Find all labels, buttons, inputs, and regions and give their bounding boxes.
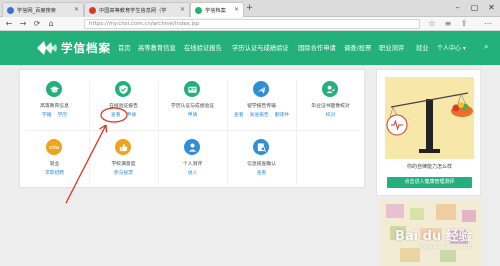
divider	[26, 130, 360, 131]
link-translation[interactable]: 翻译件	[275, 113, 289, 118]
balance-scale-illustration	[385, 77, 474, 159]
new-tab-icon[interactable]: +	[244, 3, 255, 14]
offer-icon[interactable]: Offer	[46, 139, 62, 155]
browser-tab-0[interactable]: 学信网_百度搜索 ✕	[2, 2, 84, 17]
site-name[interactable]: 学信档案	[61, 40, 111, 56]
link-vote[interactable]: 参与投票	[114, 171, 133, 176]
share-icon[interactable]: ⇪	[458, 18, 470, 30]
service-title: 就业	[49, 162, 60, 167]
nav-career-test[interactable]: 职业测评	[379, 43, 404, 52]
service-higher-education: 高等教育信息 学籍 学历	[20, 76, 89, 125]
browser-tab-strip: 学信网_百度搜索 ✕ 中国高等教育学生信息网（学 ✕ 学信档案 ✕ + – ▢ …	[0, 0, 500, 17]
service-study-abroad-transfer: 留学报告传输 查看 发送报告 翻译件	[227, 76, 296, 125]
baidu-favicon-icon	[7, 6, 14, 14]
search-doc-icon[interactable]	[253, 139, 269, 155]
nav-employment[interactable]: 就业	[416, 43, 429, 52]
close-tab-icon[interactable]: ✕	[74, 7, 79, 13]
service-school-satisfaction: 学校满意度 参与投票	[89, 134, 158, 183]
archive-favicon-icon	[195, 6, 202, 14]
id-card-icon[interactable]	[184, 81, 200, 97]
baidu-watermark-url: jingyan.baidu.com	[418, 243, 474, 250]
health-test-button[interactable]: 点击进入健康管理测评	[387, 177, 472, 188]
service-title: 高等教育信息	[40, 104, 69, 109]
close-tab-icon[interactable]: ✕	[180, 7, 185, 13]
back-icon[interactable]: ←	[3, 18, 15, 30]
nav-higher-education[interactable]: 高等教育信息	[138, 43, 176, 52]
nav-international[interactable]: 国际合作申请	[298, 43, 336, 52]
browser-tab-1[interactable]: 中国高等教育学生信息网（学 ✕	[84, 2, 190, 17]
header-search-icon[interactable]: ⌕	[484, 42, 488, 52]
health-promo-card: 你的自律能力怎么样 点击进入健康管理测评	[376, 69, 481, 196]
person-icon[interactable]	[184, 139, 200, 155]
tab-title: 中国高等教育学生信息网（学	[99, 7, 167, 14]
menu-icon[interactable]: ⋯	[482, 18, 494, 30]
tab-title: 学信网_百度搜索	[17, 7, 56, 14]
reading-list-icon[interactable]: ≡	[442, 18, 454, 30]
service-degree-certification: 学历认证与成绩验证 申请	[158, 76, 227, 125]
service-online-verification: 在线验证报告 查看 申请	[89, 76, 158, 125]
tab-title: 学信档案	[205, 7, 226, 14]
link-enrollment[interactable]: 学籍	[42, 113, 52, 118]
service-employment: Offer 就业 求职招聘	[20, 134, 89, 183]
close-tab-icon[interactable]: ✕	[234, 7, 239, 13]
site-header: 学信档案 首页 高等教育信息 在线验证报告 学历认证与成绩验证 国际合作申请 调…	[0, 31, 500, 65]
promo-caption: 你的自律能力怎么样	[406, 164, 452, 170]
window-close-icon[interactable]: ✕	[483, 0, 500, 17]
address-bar: ← → ⟳ ⌂ https://my.chsi.com.cn/archive/i…	[0, 17, 500, 31]
service-panel: 高等教育信息 学籍 学历 在线验证报告 查看 申请 学历认证与成绩验证 申请 留学报…	[19, 69, 365, 188]
link-job-search[interactable]: 求职招聘	[45, 171, 64, 176]
thumbs-up-icon[interactable]	[115, 139, 131, 155]
service-info-verification: 信息核查确认 查看	[227, 134, 296, 183]
link-proofread[interactable]: 校对	[326, 113, 336, 118]
service-diploma-image-check: 毕业证书图像校对 校对	[296, 76, 365, 125]
nav-survey[interactable]: 调查/投票	[344, 43, 371, 52]
star-icon[interactable]: ☆	[426, 18, 438, 30]
link-view-transfer[interactable]: 查看	[234, 113, 244, 118]
forward-icon[interactable]: →	[17, 18, 29, 30]
nav-degree-certification[interactable]: 学历认证与成绩验证	[232, 43, 289, 52]
link-view-report[interactable]: 查看	[111, 113, 121, 118]
link-enter[interactable]: 进入	[188, 171, 198, 176]
url-input[interactable]: https://my.chsi.com.cn/archive/index.jsp	[84, 19, 420, 29]
graduation-cap-icon[interactable]	[46, 81, 62, 97]
shield-check-icon[interactable]	[115, 81, 131, 97]
user-center-menu[interactable]: 个人中心 ▾	[437, 43, 466, 52]
service-title: 信息核查确认	[247, 162, 276, 167]
nav-online-verification[interactable]: 在线验证报告	[184, 43, 222, 52]
user-check-icon[interactable]	[322, 81, 338, 97]
home-icon[interactable]: ⌂	[45, 18, 57, 30]
link-send-report[interactable]: 发送报告	[250, 113, 269, 118]
link-view-info[interactable]: 查看	[257, 171, 267, 176]
service-title: 在线验证报告	[109, 104, 138, 109]
service-personal-assessment: 个人测评 进入	[158, 134, 227, 183]
link-apply-certification[interactable]: 申请	[188, 113, 198, 118]
maximize-icon[interactable]: ▢	[466, 0, 483, 17]
service-title: 留学报告传输	[247, 104, 276, 109]
service-title: 学历认证与成绩验证	[170, 104, 215, 109]
browser-tab-2-active[interactable]: 学信档案 ✕	[190, 2, 244, 17]
chsi-favicon-icon	[89, 6, 96, 14]
svg-text:Offer: Offer	[49, 145, 60, 150]
service-title: 学校满意度	[111, 162, 136, 167]
link-degree[interactable]: 学历	[58, 113, 68, 118]
plane-icon[interactable]	[253, 81, 269, 97]
minimize-icon[interactable]: –	[449, 0, 466, 17]
baidu-watermark: Bai du 经验	[395, 229, 472, 244]
link-apply-report[interactable]: 申请	[127, 113, 137, 118]
service-title: 毕业证书图像校对	[311, 104, 350, 109]
refresh-icon[interactable]: ⟳	[31, 18, 43, 30]
nav-home[interactable]: 首页	[118, 43, 131, 52]
service-title: 个人测评	[182, 162, 203, 167]
chsi-logo-icon[interactable]	[36, 39, 58, 57]
